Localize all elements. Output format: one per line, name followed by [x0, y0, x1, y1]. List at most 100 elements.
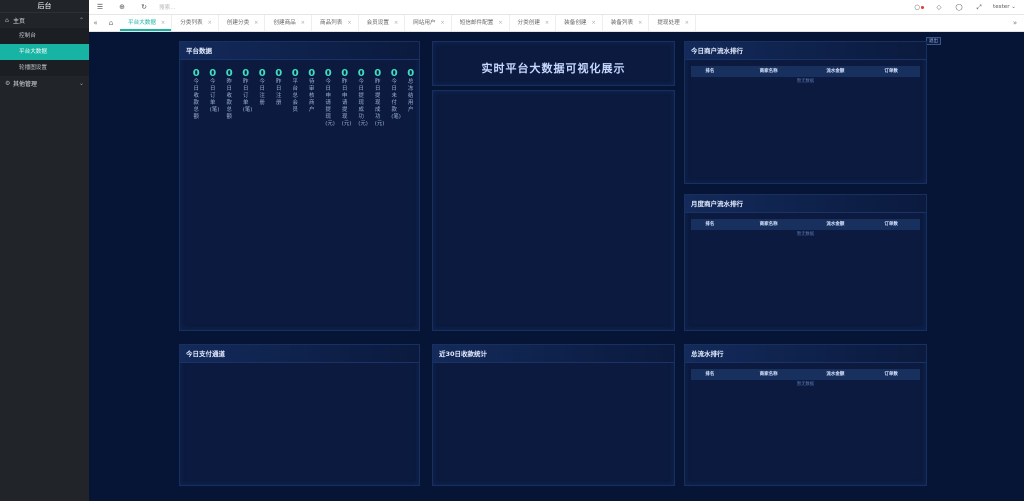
stat-total-members: 0 平台总会员: [287, 68, 304, 128]
globe-icon[interactable]: ⊕: [111, 3, 133, 11]
close-icon[interactable]: ×: [638, 20, 642, 26]
rank-table: 排名 商家名称 流水金额 订单数 暂无数据: [691, 369, 920, 389]
table-header: 排名 商家名称 流水金额 订单数: [691, 219, 920, 230]
tab-scroll-right-icon[interactable]: »: [1006, 15, 1024, 31]
search-input[interactable]: 搜索...: [159, 3, 279, 11]
tab-site-users[interactable]: 网站用户 ×: [405, 15, 452, 31]
close-icon[interactable]: ×: [394, 20, 398, 26]
home-icon: ⌂: [5, 17, 9, 24]
col-orders: 订单数: [884, 372, 898, 377]
home-tab-icon[interactable]: ⌂: [102, 15, 120, 31]
stat-value: 0: [357, 68, 365, 79]
col-merchant: 商家名称: [759, 69, 778, 74]
col-rank: 排名: [705, 372, 715, 377]
close-icon[interactable]: ×: [498, 20, 502, 26]
col-merchant: 商家名称: [759, 372, 778, 377]
chat-icon[interactable]: ◯: [949, 3, 969, 11]
tab-label: 创建分类: [226, 20, 250, 26]
menu-group-other[interactable]: ⚙ 其他管理 ⌄: [0, 76, 89, 91]
stat-pending-merchants: 0 待审核商户: [304, 68, 321, 128]
center-title-panel: 实时平台大数据可视化展示: [432, 41, 675, 86]
stat-today-withdraw-success: 0 今日提现成功(元): [353, 68, 370, 128]
col-amount: 流水金额: [826, 69, 845, 74]
stat-value: 0: [225, 68, 233, 79]
panel-title: 今日商户流水排行: [685, 42, 926, 60]
fullscreen-icon[interactable]: ⤢: [969, 3, 989, 12]
page-title: 实时平台大数据可视化展示: [481, 62, 626, 75]
stat-frozen-users: 0 总冻结用户: [403, 68, 420, 128]
stat-value: 0: [258, 68, 266, 79]
close-icon[interactable]: ×: [545, 20, 549, 26]
tab-equipment-list[interactable]: 装备列表 ×: [603, 15, 650, 31]
stat-today-register: 0 今日注册: [254, 68, 271, 128]
last30-panel: 近30日收款统计: [432, 344, 675, 486]
menu-group-home[interactable]: ⌂ 主页 ⌃: [0, 13, 89, 28]
close-icon[interactable]: ×: [347, 20, 351, 26]
sidebar-item-platform-data[interactable]: 平台大数据: [0, 44, 89, 60]
tab-withdraw[interactable]: 提现处理 ×: [649, 15, 696, 31]
tab-label: 会员设置: [366, 20, 389, 26]
close-icon[interactable]: ×: [161, 20, 165, 26]
sidebar-item-carousel[interactable]: 轮播图设置: [0, 60, 89, 76]
menu-toggle-icon[interactable]: ☰: [89, 3, 111, 11]
tab-create-category[interactable]: 创建分类 ×: [219, 15, 266, 31]
tab-category-create[interactable]: 分类创建 ×: [510, 15, 557, 31]
tab-category-list[interactable]: 分类列表 ×: [172, 15, 219, 31]
stat-label: 今日收款总额: [193, 79, 199, 120]
col-rank: 排名: [705, 69, 715, 74]
refresh-icon[interactable]: ↻: [133, 3, 155, 11]
tab-product-list[interactable]: 商品列表 ×: [312, 15, 359, 31]
tab-label: 装备创建: [564, 20, 587, 26]
tab-label: 分类创建: [517, 20, 540, 26]
sidebar-item-console[interactable]: 控制台: [0, 28, 89, 44]
notification-dot: [920, 5, 924, 9]
tab-member-settings[interactable]: 会员设置 ×: [359, 15, 406, 31]
tab-equipment-create[interactable]: 装备创建 ×: [556, 15, 603, 31]
user-menu[interactable]: tester ⌄: [993, 4, 1016, 10]
tab-platform-data[interactable]: 平台大数据 ×: [120, 15, 173, 31]
empty-state: 暂无数据: [796, 382, 815, 387]
notification-icon[interactable]: ○: [909, 3, 929, 11]
tab-label: 商品列表: [319, 20, 343, 26]
tab-label: 网站用户: [413, 20, 436, 26]
exit-button[interactable]: 退出: [926, 37, 941, 45]
stat-label: 昨日提现成功(元): [374, 79, 385, 127]
total-rank-panel: 总流水排行 排名 商家名称 流水金额 订单数 暂无数据: [684, 344, 927, 486]
tab-create-product[interactable]: 创建商品 ×: [265, 15, 312, 31]
stat-label: 今日订单(笔): [209, 79, 220, 113]
close-icon[interactable]: ×: [254, 20, 258, 26]
submenu-home: 控制台 平台大数据 轮播图设置: [0, 28, 89, 76]
close-icon[interactable]: ×: [685, 20, 689, 26]
panel-title: 今日支付通道: [180, 345, 419, 363]
tab-bar: « ⌂ 平台大数据 × 分类列表 × 创建分类 × 创建商品 × 商品列表 × 会员设置 ×…: [89, 15, 1024, 32]
panel-title: 近30日收款统计: [433, 345, 674, 363]
stat-value: 0: [308, 68, 316, 79]
topbar-right: ○ ◇ ◯ ⤢ tester ⌄: [909, 3, 1024, 12]
chevron-up-icon: ⌃: [78, 17, 84, 24]
tab-scroll-left-icon[interactable]: «: [89, 15, 102, 31]
today-channel-panel: 今日支付通道: [179, 344, 420, 486]
empty-state: 暂无数据: [796, 232, 815, 237]
tab-label: 创建商品: [273, 20, 296, 26]
tab-label: 提现处理: [657, 20, 680, 26]
stat-yesterday-withdraw-request: 0 昨日申请提现(元): [337, 68, 354, 128]
close-icon[interactable]: ×: [592, 20, 596, 26]
table-header: 排名 商家名称 流水金额 订单数: [691, 66, 920, 77]
col-rank: 排名: [705, 222, 715, 227]
tab-label: 装备列表: [610, 20, 634, 26]
stat-yesterday-revenue: 0 昨日收款总额: [221, 68, 238, 128]
stat-label: 昨日收款总额: [226, 79, 232, 120]
close-icon[interactable]: ×: [208, 20, 212, 26]
tag-icon[interactable]: ◇: [929, 3, 949, 11]
stat-value: 0: [390, 68, 398, 79]
panel-title: 总流水排行: [685, 345, 926, 363]
monthly-merchant-rank-panel: 月度商户流水排行 排名 商家名称 流水金额 订单数 暂无数据: [684, 194, 927, 331]
close-icon[interactable]: ×: [441, 20, 445, 26]
close-icon[interactable]: ×: [301, 20, 305, 26]
dashboard: 退出 平台数据 0 今日收款总额 0 今日订单(笔) 0 昨日收款总额 0 昨日订单(笔…: [89, 32, 1024, 501]
stat-value: 0: [291, 68, 299, 79]
tab-label: 短信邮件配置: [459, 20, 494, 26]
username: tester: [993, 4, 1010, 10]
stat-today-withdraw-request: 0 今日申请提现(元): [320, 68, 337, 128]
tab-sms-email[interactable]: 短信邮件配置 ×: [452, 15, 510, 31]
